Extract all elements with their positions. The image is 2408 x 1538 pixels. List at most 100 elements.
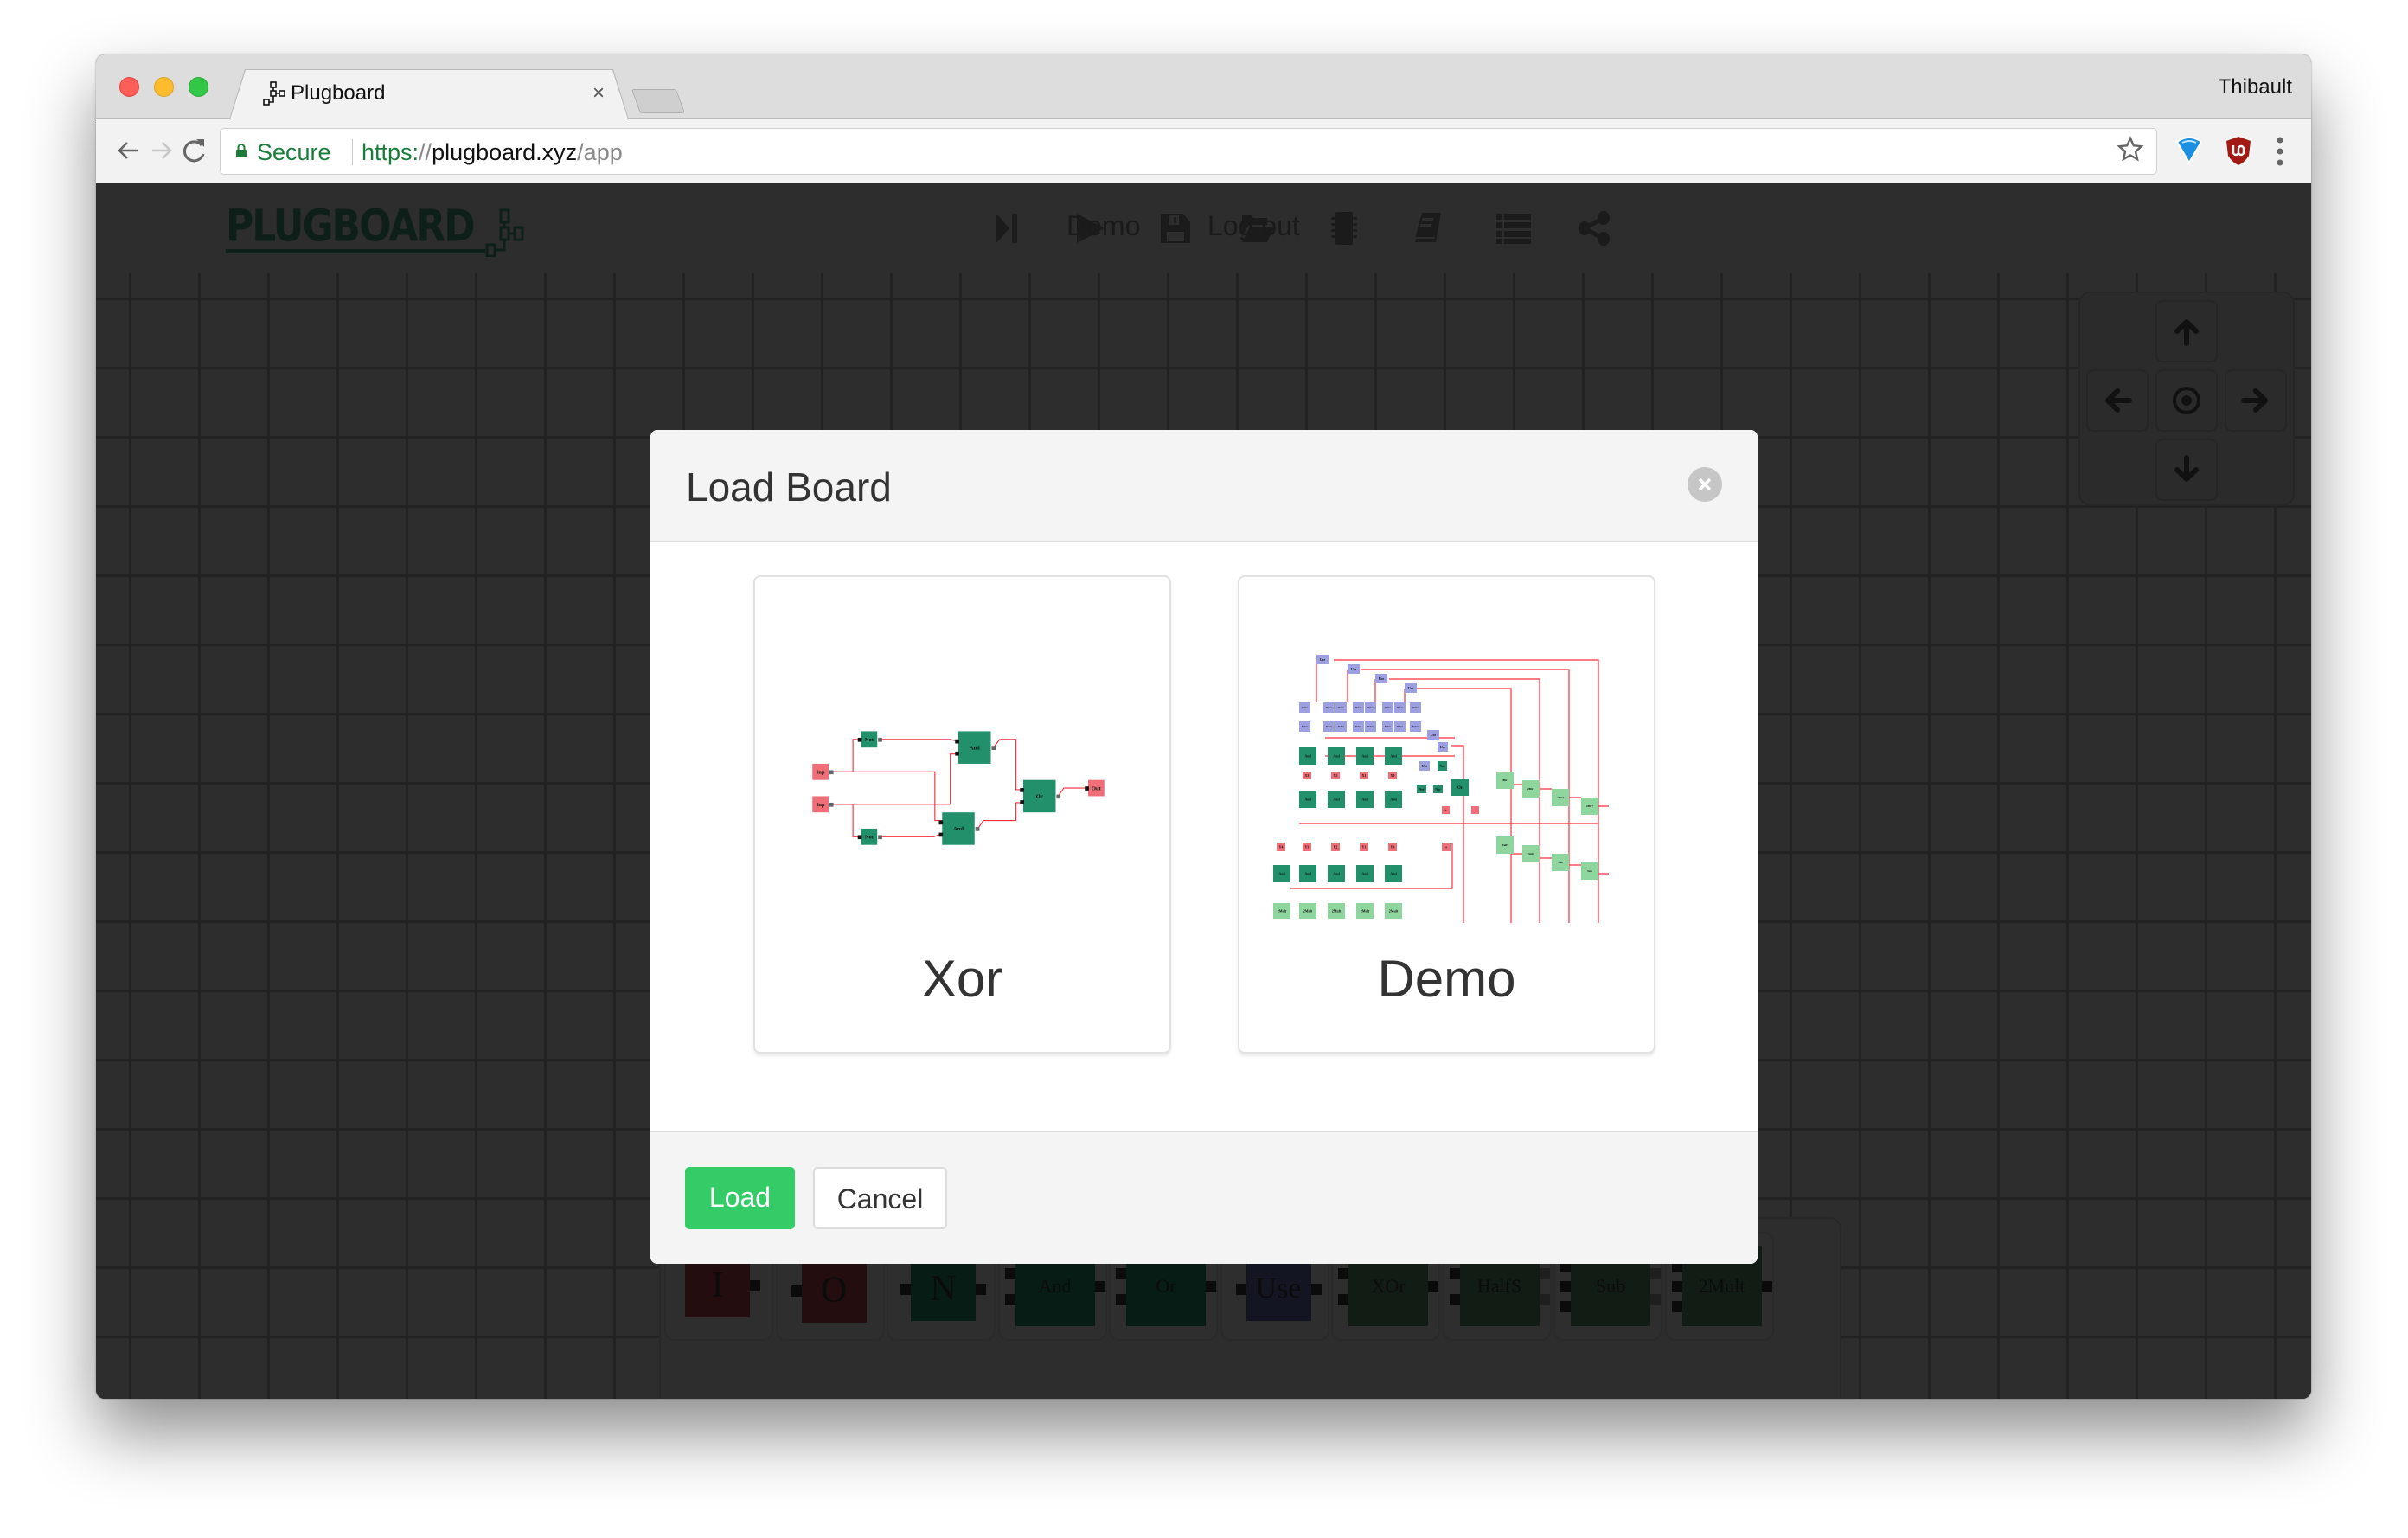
plugboard-app: PLUGBOARD Demo Log out I O N And Or Use … — [96, 183, 2311, 1399]
node-label: NAn — [1338, 725, 1344, 728]
demo-board-preview: Use Use Use Use NAn NAn NAn NAn NAn NAn NAn NAn NAn N… — [1273, 655, 1609, 923]
node-label: Not — [1439, 764, 1445, 768]
node-label: Y3 — [1305, 844, 1310, 849]
node-label: X3 — [1305, 773, 1310, 778]
node-label: Y2 — [1334, 844, 1338, 849]
tab-strip: Plugboard × Thibault — [96, 54, 2311, 119]
wire — [830, 804, 860, 837]
node-label: + — [1444, 809, 1447, 813]
node-label: Or — [1036, 794, 1043, 800]
node-port — [1020, 800, 1024, 804]
node-label: HalfS — [1502, 843, 1509, 847]
node-label: Not — [865, 835, 874, 841]
node-label: Sub — [1528, 852, 1534, 856]
browser-window: Plugboard × Thibault Secure https://plug… — [96, 54, 2311, 1399]
node-port — [938, 832, 944, 837]
node-label: Out — [1092, 785, 1102, 791]
node-label: NAn — [1302, 706, 1308, 709]
tab-title: Plugboard — [291, 81, 386, 105]
wire — [1057, 787, 1088, 797]
board-name: Demo — [1377, 950, 1516, 1008]
node-label: And — [1333, 797, 1340, 801]
plugboard-favicon-icon — [263, 81, 285, 106]
node-label: Use — [1379, 676, 1384, 681]
node-label: And — [1361, 797, 1368, 801]
board-card-xor[interactable]: Inp Inp Not Not And And Or Out Xor — [753, 575, 1171, 1054]
tab-close-button[interactable]: × — [592, 80, 605, 106]
node-port — [938, 820, 944, 825]
node-port — [857, 835, 862, 840]
modal-header: Load Board — [650, 430, 1758, 542]
modal-body: Inp Inp Not Not And And Or Out Xor Use Use Use Use… — [650, 542, 1758, 1131]
new-tab-button[interactable] — [631, 89, 686, 113]
node-label: And — [1304, 753, 1311, 758]
node-label: Sub — [1558, 861, 1563, 864]
lock-icon — [236, 144, 247, 157]
node-port — [878, 737, 882, 742]
node-label: And — [1333, 753, 1340, 758]
node-port — [1056, 794, 1061, 799]
node-label: + — [1445, 846, 1448, 850]
node-label: 2Mult — [1361, 908, 1370, 913]
node-label: Y4 — [1279, 844, 1284, 849]
node-label: NAn — [1355, 706, 1361, 709]
ublock-extension-icon[interactable] — [2224, 135, 2253, 166]
node-label: NAn — [1338, 706, 1344, 709]
node-port — [975, 827, 980, 831]
back-button[interactable] — [112, 133, 146, 168]
node-label: Not — [1435, 787, 1441, 791]
wire — [1451, 745, 1464, 923]
url-text[interactable]: https://plugboard.xyz/app — [362, 139, 623, 165]
close-icon — [1698, 477, 1712, 491]
cancel-button[interactable]: Cancel — [813, 1167, 947, 1229]
modal-close-button[interactable] — [1688, 467, 1722, 502]
node-label: And — [970, 745, 980, 751]
board-name: Xor — [921, 950, 1003, 1008]
node-label: Use — [1320, 657, 1325, 662]
browser-menu-icon[interactable] — [2277, 137, 2283, 166]
node-label: NAn — [1326, 725, 1332, 728]
node-label: And — [1361, 871, 1368, 875]
minimize-window-button[interactable] — [154, 77, 174, 97]
node-label: NAn — [1355, 725, 1361, 728]
node-label: And — [1390, 753, 1397, 758]
node-port — [955, 751, 959, 756]
node-label: 2Mult — [1389, 908, 1399, 913]
node-label: Or — [1457, 786, 1463, 791]
node-label: NAn — [1397, 706, 1403, 709]
forward-button[interactable] — [144, 133, 178, 168]
address-bar[interactable]: Secure https://plugboard.xyz/app — [220, 128, 2157, 175]
node-label: 2Bit+ — [1527, 787, 1534, 791]
xor-board-preview: Inp Inp Not Not And And Or Out — [812, 731, 1105, 845]
node-label: X1 — [1362, 773, 1367, 778]
vimium-extension-icon[interactable] — [2174, 135, 2204, 166]
node-label: NAn — [1397, 725, 1403, 728]
node-label: NAn — [1385, 706, 1391, 709]
tab-plugboard[interactable] — [230, 70, 628, 119]
node-label: Use — [1351, 667, 1356, 671]
node-label: Use — [1440, 745, 1445, 749]
profile-name[interactable]: Thibault — [2219, 75, 2292, 99]
board-card-demo[interactable]: Use Use Use Use NAn NAn NAn NAn NAn NAn NAn NAn NAn N… — [1238, 575, 1656, 1054]
node-label: And — [1333, 871, 1340, 875]
wire — [1389, 678, 1540, 923]
node-label: 2Mult — [1303, 908, 1313, 913]
close-window-button[interactable] — [119, 77, 139, 97]
load-board-modal: Load Board Inp Inp Not Not And And Or Out Xor U… — [650, 430, 1758, 1264]
bookmark-star-icon[interactable] — [2117, 136, 2144, 163]
node-label: X0 — [1391, 773, 1395, 778]
node-port — [991, 746, 996, 750]
load-button[interactable]: Load — [685, 1167, 795, 1229]
wire — [830, 739, 860, 772]
wire — [880, 833, 943, 837]
node-label: NAn — [1412, 706, 1419, 709]
secure-label: Secure — [257, 139, 331, 165]
node-port — [878, 835, 882, 840]
node-label: Sub — [1587, 869, 1592, 873]
node-label: NAn — [1385, 725, 1391, 728]
modal-footer: Load Cancel — [650, 1131, 1758, 1264]
maximize-window-button[interactable] — [189, 77, 208, 97]
reload-button[interactable] — [176, 133, 211, 168]
node-label: NAn — [1412, 725, 1419, 728]
wire — [880, 739, 957, 742]
